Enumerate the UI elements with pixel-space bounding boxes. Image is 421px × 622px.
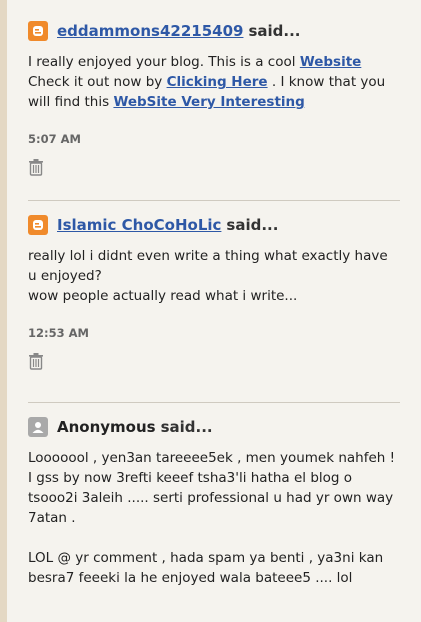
website-very-interesting-link[interactable]: WebSite Very Interesting [113, 94, 304, 110]
comment-timestamp[interactable]: 12:53 AM [28, 326, 400, 340]
comment-item: eddammons42215409 said... I really enjoy… [28, 20, 400, 200]
delete-comment-icon[interactable] [28, 158, 46, 176]
comment-text: wow people actually read what i write... [28, 288, 298, 304]
comment-text: I really enjoyed your blog. This is a co… [28, 54, 296, 70]
left-border [0, 0, 7, 622]
comments-list: eddammons42215409 said... I really enjoy… [28, 20, 400, 588]
comment-timestamp[interactable]: 5:07 AM [28, 132, 400, 146]
website-link[interactable]: Website [300, 54, 362, 70]
comment-header: Islamic ChoCoHoLic said... [28, 214, 400, 236]
comment-item: Islamic ChoCoHoLic said... really lol i … [28, 200, 400, 402]
comment-text: really lol i didnt even write a thing wh… [28, 248, 388, 284]
clicking-here-link[interactable]: Clicking Here [167, 74, 268, 90]
comment-text: Looooool , yen3an tareeee5ek , men youme… [28, 450, 396, 526]
comment-body: really lol i didnt even write a thing wh… [28, 246, 400, 306]
comment-author-link[interactable]: eddammons42215409 [57, 22, 243, 40]
delete-comment-icon[interactable] [28, 352, 46, 370]
comment-body: I really enjoyed your blog. This is a co… [28, 52, 400, 112]
said-label: said... [248, 22, 301, 40]
comment-header: eddammons42215409 said... [28, 20, 400, 42]
comment-item: Anonymous said... Looooool , yen3an tare… [28, 402, 400, 588]
said-label: said... [226, 216, 279, 234]
comment-author-name: Anonymous [57, 418, 156, 436]
comment-text: Check it out now by [28, 74, 163, 90]
anonymous-user-icon [28, 417, 48, 437]
comment-text: LOL @ yr comment , hada spam ya benti , … [28, 550, 384, 586]
blogger-icon [28, 21, 48, 41]
comment-author-link[interactable]: Islamic ChoCoHoLic [57, 216, 221, 234]
comment-header: Anonymous said... [28, 416, 400, 438]
comment-body: Looooool , yen3an tareeee5ek , men youme… [28, 448, 400, 588]
said-label: said... [160, 418, 213, 436]
blogger-icon [28, 215, 48, 235]
